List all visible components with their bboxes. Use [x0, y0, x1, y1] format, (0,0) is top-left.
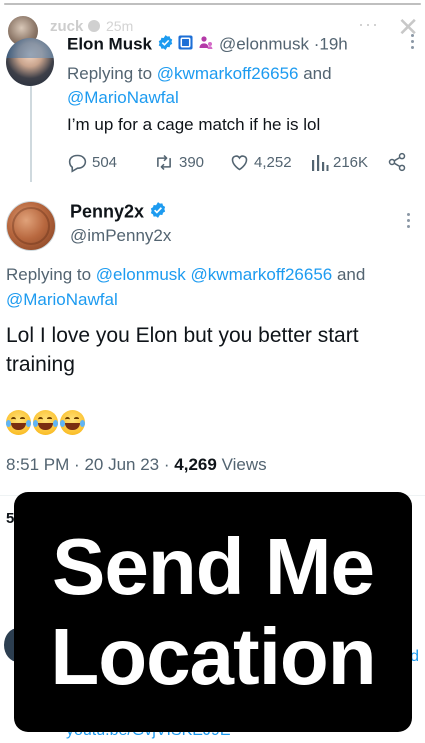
tweet-header: Elon Musk @elonmusk ·19h: [67, 34, 348, 56]
heart-icon: [231, 154, 248, 170]
retweet-count: 390: [179, 153, 205, 171]
replying-label: Replying to: [67, 64, 153, 83]
mention-link[interactable]: @kwmarkoff26656: [157, 64, 299, 83]
verified-badge-icon: [149, 201, 167, 224]
like-count: 4,252: [254, 153, 292, 171]
views-label: Views: [221, 455, 267, 474]
more-options-icon[interactable]: [407, 213, 413, 228]
mention-link[interactable]: @MarioNawfal: [6, 290, 118, 309]
views-count: 216K: [333, 153, 369, 171]
more-options-icon[interactable]: [411, 34, 417, 49]
story-username[interactable]: zuck: [50, 18, 83, 35]
story-more-icon[interactable]: ···: [358, 14, 379, 35]
people-badge-icon: [198, 35, 214, 55]
and-label: and: [336, 265, 366, 284]
like-button[interactable]: 4,252: [229, 150, 292, 174]
sticker-line-2: Location: [50, 612, 376, 701]
author-name-text: Penny2x: [70, 201, 145, 222]
tweet-time[interactable]: 19h: [319, 34, 347, 53]
mention-link[interactable]: @MarioNawfal: [67, 88, 179, 107]
replying-to: Replying to @kwmarkoff26656 and @MarioNa…: [67, 62, 397, 110]
sticker-line-1: Send Me: [52, 522, 375, 611]
reply-count: 504: [92, 153, 118, 171]
reply-button[interactable]: 504: [67, 150, 117, 174]
emoji-row: [6, 410, 85, 435]
views-count: 4,269: [174, 455, 217, 474]
verified-badge-icon: [157, 34, 174, 56]
retweet-button[interactable]: 390: [153, 150, 204, 174]
author-handle[interactable]: @elonmusk: [219, 34, 309, 53]
avatar[interactable]: [6, 38, 54, 86]
tweet-date[interactable]: 20 Jun 23: [84, 455, 159, 474]
share-icon: [388, 152, 406, 172]
share-button[interactable]: [387, 150, 407, 174]
verified-icon: [88, 20, 100, 32]
author-name[interactable]: Elon Musk: [67, 34, 152, 53]
tweet-text: I’m up for a cage match if he is lol: [67, 115, 321, 134]
affiliate-badge-icon: [178, 35, 194, 55]
views-icon: [312, 155, 329, 171]
text-sticker[interactable]: Send Me Location: [14, 492, 412, 732]
tweet-actions: 504 390 4,252 216K: [67, 150, 412, 174]
mention-link[interactable]: @elonmusk: [96, 265, 186, 284]
laughing-emoji-icon: [6, 410, 31, 435]
thread-line: [30, 86, 32, 182]
and-label: and: [303, 64, 332, 83]
retweet-icon: [157, 154, 171, 170]
separator: ·: [74, 455, 80, 474]
story-time: 25m: [106, 18, 134, 34]
avatar[interactable]: [6, 201, 56, 251]
laughing-emoji-icon: [33, 410, 58, 435]
replying-to: Replying to @elonmusk @kwmarkoff26656 an…: [6, 262, 411, 312]
tweet-text: Lol I love you Elon but you better start…: [6, 324, 359, 376]
reply-icon: [68, 154, 87, 173]
tweet-time[interactable]: 8:51 PM: [6, 455, 69, 474]
replying-label: Replying to: [6, 265, 92, 284]
story-progress-bar: [4, 3, 421, 5]
tweet-meta: 8:51 PM · 20 Jun 23 · 4,269 Views: [6, 455, 267, 475]
mention-link[interactable]: @kwmarkoff26656: [191, 265, 333, 284]
laughing-emoji-icon: [60, 410, 85, 435]
author-name[interactable]: Penny2x: [70, 201, 167, 224]
author-handle[interactable]: @imPenny2x: [70, 226, 171, 246]
separator: ·: [163, 455, 170, 474]
views-button[interactable]: 216K: [311, 150, 368, 174]
